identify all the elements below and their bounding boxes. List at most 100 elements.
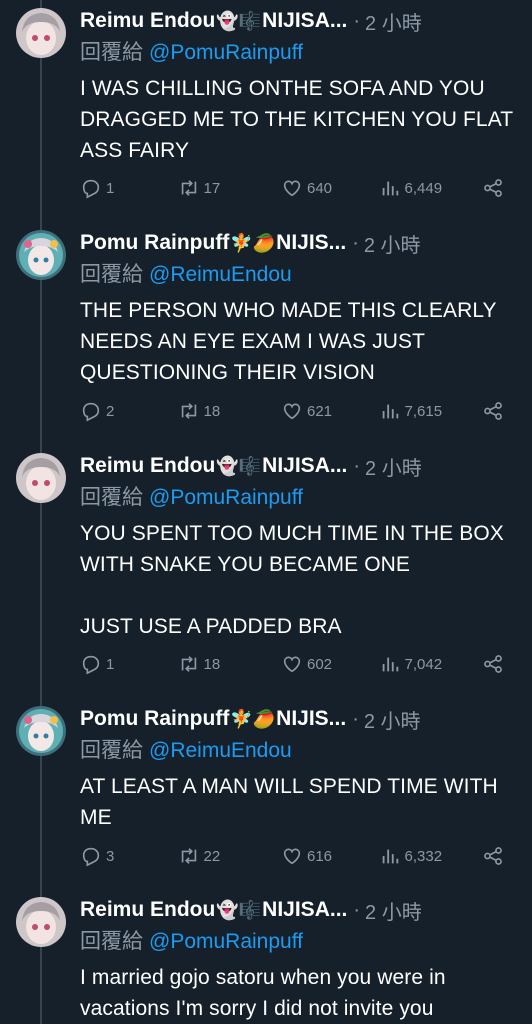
author-name-suffix[interactable]: NIJISA...	[262, 898, 347, 922]
share-button[interactable]	[482, 653, 504, 675]
timestamp[interactable]: 2 小時	[364, 706, 421, 733]
avatar[interactable]	[16, 8, 66, 58]
reply-button[interactable]: 2	[80, 400, 178, 422]
action-bar: 2 18 621 7,615	[80, 399, 504, 423]
like-count: 621	[307, 402, 333, 420]
author-name-suffix[interactable]: NIJISA...	[262, 9, 347, 33]
avatar[interactable]	[16, 230, 66, 280]
share-button[interactable]	[482, 845, 504, 867]
views-button[interactable]: 7,615	[379, 400, 482, 422]
author-name-suffix[interactable]: NIJIS...	[276, 231, 346, 255]
tweet-text: I married gojo satoru when you were in v…	[80, 966, 446, 1020]
views-count: 7,615	[404, 402, 443, 420]
avatar[interactable]	[16, 453, 66, 503]
action-bar: 3 22 616 6,332	[80, 844, 504, 868]
views-icon	[382, 657, 398, 672]
separator-dot: ·	[353, 898, 361, 921]
retweet-button[interactable]: 17	[178, 177, 281, 199]
author-emojis: 🧚🥭	[230, 232, 276, 253]
reply-label: 回覆給	[80, 41, 143, 64]
share-icon	[484, 847, 502, 865]
retweet-button[interactable]: 18	[178, 653, 281, 675]
heart-icon	[283, 656, 301, 673]
tweet-text: I WAS CHILLING ONTHE SOFA AND YOU DRAGGE…	[80, 77, 513, 162]
like-button[interactable]: 616	[281, 845, 379, 867]
reply-button[interactable]: 3	[80, 845, 178, 867]
separator-dot: ·	[353, 9, 361, 32]
share-icon	[484, 655, 502, 673]
timestamp[interactable]: 2 小時	[365, 453, 422, 480]
action-bar: 1 18 602 7,042	[80, 652, 504, 676]
timestamp[interactable]: 2 小時	[365, 897, 422, 924]
retweet-count: 17	[203, 179, 221, 197]
action-bar: 1 17 640 6,449	[80, 176, 504, 200]
author-emojis: 🧚🥭	[230, 708, 276, 729]
tweet-text: YOU SPENT TOO MUCH TIME IN THE BOX WITH …	[80, 522, 504, 638]
mention-link[interactable]: @ReimuEndou	[149, 263, 292, 286]
views-button[interactable]: 7,042	[379, 653, 482, 675]
reply-count: 2	[106, 402, 115, 420]
like-button[interactable]: 602	[281, 653, 379, 675]
reply-label: 回覆給	[80, 486, 143, 509]
author-name[interactable]: Pomu Rainpuff	[80, 231, 229, 255]
author-name[interactable]: Reimu Endou	[80, 898, 215, 922]
views-icon	[382, 849, 398, 864]
like-count: 640	[307, 179, 333, 197]
reply-button[interactable]: 1	[80, 653, 178, 675]
reply-label: 回覆給	[80, 263, 143, 286]
reply-button[interactable]: 1	[80, 177, 178, 199]
reply-icon	[82, 179, 100, 199]
mention-link[interactable]: @PomuRainpuff	[149, 930, 303, 953]
views-icon	[382, 404, 398, 419]
reply-to-line: 回覆給 @ReimuEndou	[80, 737, 522, 765]
reply-label: 回覆給	[80, 739, 143, 762]
retweet-icon	[181, 180, 196, 196]
tweet-text: AT LEAST A MAN WILL SPEND TIME WITH ME	[80, 775, 498, 829]
reply-to-line: 回覆給 @ReimuEndou	[80, 261, 522, 289]
author-name-suffix[interactable]: NIJISA...	[262, 454, 347, 478]
retweet-icon	[181, 656, 196, 672]
timestamp[interactable]: 2 小時	[365, 8, 422, 35]
timestamp[interactable]: 2 小時	[364, 230, 421, 257]
heart-icon	[283, 403, 301, 420]
share-button[interactable]	[482, 400, 504, 422]
author-name-suffix[interactable]: NIJIS...	[276, 707, 346, 731]
like-count: 616	[307, 847, 333, 865]
reply-count: 1	[106, 655, 115, 673]
views-count: 6,332	[404, 847, 443, 865]
like-button[interactable]: 640	[281, 177, 379, 199]
reply-icon	[82, 402, 100, 422]
views-button[interactable]: 6,449	[379, 177, 482, 199]
author-name[interactable]: Pomu Rainpuff	[80, 707, 229, 731]
views-count: 7,042	[404, 655, 443, 673]
mention-link[interactable]: @PomuRainpuff	[149, 486, 303, 509]
heart-icon	[283, 180, 301, 197]
reply-label: 回覆給	[80, 930, 143, 953]
share-icon	[484, 402, 502, 420]
retweet-button[interactable]: 22	[178, 845, 281, 867]
retweet-count: 18	[203, 655, 221, 673]
author-emojis: 👻🎼	[216, 10, 262, 31]
avatar[interactable]	[16, 706, 66, 756]
like-count: 602	[307, 655, 333, 673]
separator-dot: ·	[352, 231, 359, 254]
reply-icon	[82, 655, 100, 675]
mention-link[interactable]: @ReimuEndou	[149, 739, 292, 762]
author-name[interactable]: Reimu Endou	[80, 9, 215, 33]
views-button[interactable]: 6,332	[379, 845, 482, 867]
mention-link[interactable]: @PomuRainpuff	[149, 41, 303, 64]
reply-count: 3	[106, 847, 115, 865]
views-count: 6,449	[404, 179, 443, 197]
author-name[interactable]: Reimu Endou	[80, 454, 215, 478]
retweet-button[interactable]: 18	[178, 400, 281, 422]
thread-line	[40, 0, 42, 1024]
retweet-count: 22	[203, 847, 221, 865]
reply-to-line: 回覆給 @PomuRainpuff	[80, 928, 522, 956]
tweet-text: THE PERSON WHO MADE THIS CLEARLY NEEDS A…	[80, 299, 497, 384]
views-icon	[382, 181, 398, 196]
share-button[interactable]	[482, 177, 504, 199]
like-button[interactable]: 621	[281, 400, 379, 422]
avatar[interactable]	[16, 897, 66, 947]
author-emojis: 👻🎼	[216, 455, 262, 476]
retweet-count: 18	[203, 402, 221, 420]
